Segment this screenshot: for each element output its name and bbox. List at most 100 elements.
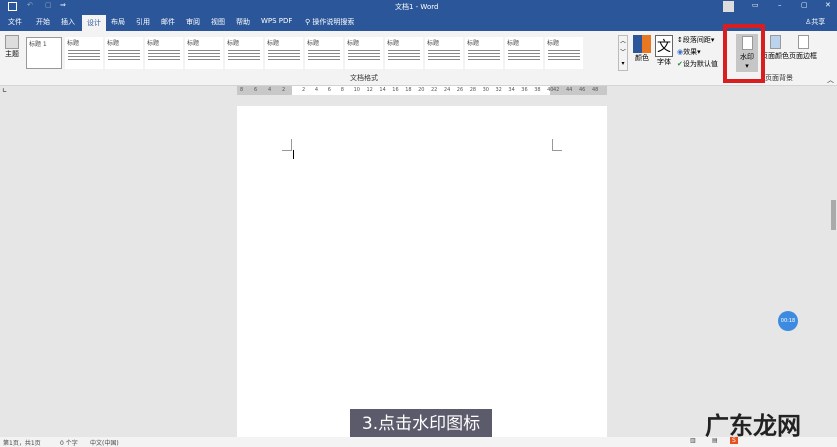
style-thumbnail[interactable]: 标题 (265, 37, 303, 69)
vertical-ruler (0, 100, 10, 436)
group-page-background-label: 页面背景 (765, 74, 793, 82)
ribbon-display-icon[interactable]: ▭ (752, 1, 759, 9)
ruler-tick-label: 42 (553, 87, 560, 93)
page-color-button[interactable]: 页面颜色 (761, 35, 789, 61)
ruler-tick-label: 30 (482, 87, 489, 93)
ruler-scale[interactable]: 8 6 4 2 2 4 6 8 10 12 14 16 18 20 22 24 26 28 30 32 34 36 38 40… (237, 86, 607, 95)
effects-button[interactable]: ◉效果▾ (677, 47, 701, 57)
style-name: 标题 (387, 40, 400, 47)
ruler-tick-label: 32 (495, 87, 502, 93)
document-page[interactable] (237, 106, 607, 447)
margin-mark-left (282, 139, 292, 151)
style-thumbnail[interactable]: 标题 (145, 37, 183, 69)
tab-file[interactable]: 文件 (8, 17, 22, 27)
themes-label: 主题 (5, 50, 19, 58)
account-avatar[interactable] (723, 1, 734, 12)
style-name: 标题 1 (29, 41, 47, 48)
style-name: 标题 (107, 40, 120, 47)
ribbon-tabs: 文件 开始 插入 设计 布局 引用 邮件 审阅 视图 帮助 WPS PDF ⚲ … (0, 14, 837, 31)
ruler-tick-label: 48 (592, 87, 599, 93)
style-name: 标题 (67, 40, 80, 47)
undo-icon[interactable]: ↶ (27, 1, 33, 9)
page-color-label: 页面颜色 (761, 52, 789, 60)
tab-help[interactable]: 帮助 (236, 17, 250, 27)
ruler-tick-label: 8 (340, 87, 344, 93)
tell-me-label: 操作说明搜索 (312, 18, 355, 26)
set-default-button[interactable]: ✔设为默认值 (677, 59, 718, 69)
recording-timer: 00:18 (778, 311, 798, 331)
fonts-button[interactable]: 文 字体 (655, 35, 673, 67)
customize-icon[interactable]: ⇒ (60, 1, 66, 9)
ruler-tick-label: 20 (418, 87, 425, 93)
share-label: 共享 (811, 18, 826, 26)
style-thumbnail[interactable]: 标题 (305, 37, 343, 69)
tab-insert[interactable]: 插入 (61, 17, 75, 27)
status-bar: 第1页，共1页 0 个字 中文(中国) ▥ ▤ S (0, 437, 837, 447)
vertical-scrollbar[interactable] (831, 200, 836, 230)
ruler-tick-label: 10 (353, 87, 360, 93)
tab-home[interactable]: 开始 (36, 17, 50, 27)
redo-icon[interactable]: ▢ (45, 1, 52, 9)
ruler-tick-label: 34 (508, 87, 515, 93)
ruler-tick-label: 36 (521, 87, 528, 93)
tab-selector[interactable]: ∟ (2, 87, 7, 94)
style-name: 标题 (467, 40, 480, 47)
tab-review[interactable]: 审阅 (186, 17, 200, 27)
print-layout-icon[interactable]: ▤ (712, 437, 718, 444)
themes-button[interactable]: 主题 (3, 35, 21, 59)
style-name: 标题 (307, 40, 320, 47)
ruler-tick-label: 44 (566, 87, 573, 93)
style-thumbnail[interactable]: 标题 (105, 37, 143, 69)
style-thumbnail[interactable]: 标题 1 (26, 37, 62, 69)
ribbon: 主题 标题 1 标题 标题 标题 标题 标题 标题 标题 标题 标题 标题 标题 标题 标题 ︿ ﹀ ▾ 文档… (0, 31, 837, 86)
collapse-ribbon-icon[interactable]: ︿ (827, 75, 834, 85)
style-thumbnail[interactable]: 标题 (225, 37, 263, 69)
tell-me-search[interactable]: ⚲ 操作说明搜索 (305, 17, 354, 27)
read-mode-icon[interactable]: ▥ (690, 437, 696, 444)
language[interactable]: 中文(中国) (90, 438, 119, 447)
style-thumbnail[interactable]: 标题 (385, 37, 423, 69)
page-borders-label: 页面边框 (789, 52, 817, 60)
tab-view[interactable]: 视图 (211, 17, 225, 27)
gallery-scroll[interactable]: ︿ ﹀ ▾ (618, 35, 628, 71)
style-thumbnail[interactable]: 标题 (465, 37, 503, 69)
style-thumbnail[interactable]: 标题 (505, 37, 543, 69)
style-thumbnail[interactable]: 标题 (425, 37, 463, 69)
share-button[interactable]: ♙共享 (805, 17, 825, 27)
style-thumbnail[interactable]: 标题 (545, 37, 583, 69)
page-borders-icon (797, 35, 809, 49)
style-name: 标题 (547, 40, 560, 47)
style-name: 标题 (227, 40, 240, 47)
close-button[interactable]: ✕ (825, 1, 831, 9)
style-thumbnail[interactable]: 标题 (345, 37, 383, 69)
style-name: 标题 (507, 40, 520, 47)
style-thumbnail[interactable]: 标题 (65, 37, 103, 69)
tab-layout[interactable]: 布局 (111, 17, 125, 27)
tab-mailings[interactable]: 邮件 (161, 17, 175, 27)
ruler-tick-label: 6 (254, 87, 258, 93)
style-name: 标题 (347, 40, 360, 47)
page-borders-button[interactable]: 页面边框 (789, 35, 817, 61)
page-count[interactable]: 第1页，共1页 (3, 438, 41, 447)
style-thumbnail[interactable]: 标题 (185, 37, 223, 69)
ruler-tick-label: 16 (392, 87, 399, 93)
style-name: 标题 (267, 40, 280, 47)
save-icon[interactable] (8, 2, 17, 11)
ruler-tick-label: 4 (314, 87, 319, 93)
ruler-tick-label: 18 (405, 87, 412, 93)
tab-references[interactable]: 引用 (136, 17, 150, 27)
ime-icon[interactable]: S (730, 437, 738, 444)
ruler-tick-label: 26 (456, 87, 464, 93)
maximize-button[interactable]: ▢ (801, 1, 808, 9)
colors-button[interactable]: 颜色 (632, 35, 652, 63)
paragraph-spacing-button[interactable]: ↕段落间距▾ (677, 35, 714, 45)
colors-icon (633, 35, 651, 53)
word-count[interactable]: 0 个字 (60, 438, 78, 447)
effects-label: 效果 (683, 48, 698, 56)
tab-design[interactable]: 设计 (82, 15, 106, 31)
style-name: 标题 (147, 40, 160, 47)
page-color-icon (769, 35, 781, 49)
minimize-button[interactable]: – (778, 1, 782, 9)
tab-wps-pdf[interactable]: WPS PDF (261, 17, 292, 25)
window-title: 文档1 - Word (395, 3, 439, 11)
